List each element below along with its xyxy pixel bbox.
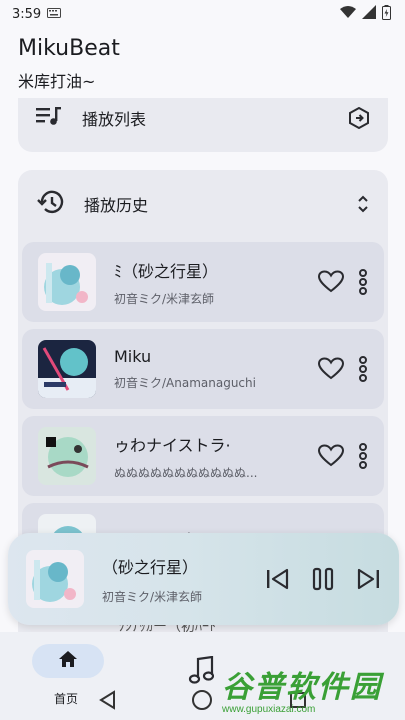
history-icon bbox=[36, 189, 64, 219]
history-label: 播放历史 bbox=[84, 196, 149, 215]
playlist-row[interactable]: 播放列表 bbox=[18, 98, 388, 138]
track-title: Miku bbox=[114, 347, 152, 366]
next-button[interactable] bbox=[355, 567, 381, 591]
status-time: 3:59 bbox=[12, 6, 42, 22]
watermark-text: 谷普软件园 bbox=[222, 670, 382, 705]
track-artist: ぬぬぬぬぬぬぬぬぬぬぬ... bbox=[114, 465, 258, 480]
playlist-label: 播放列表 bbox=[82, 110, 147, 129]
album-cover bbox=[38, 340, 96, 398]
history-track-item[interactable]: ゥわナイストラ· ぬぬぬぬぬぬぬぬぬぬぬ... bbox=[22, 416, 384, 496]
history-track-item[interactable]: ﾐ（砂之行星） 初音ミク/米津玄師 bbox=[22, 242, 384, 322]
signal-icon bbox=[362, 5, 376, 23]
heart-icon[interactable] bbox=[318, 357, 344, 381]
collapse-toggle-icon[interactable] bbox=[356, 193, 370, 215]
pause-button[interactable] bbox=[311, 567, 335, 591]
mini-player-cover bbox=[26, 550, 84, 608]
track-artist: 初音ミク/米津玄師 bbox=[114, 291, 215, 306]
heart-icon[interactable] bbox=[318, 270, 344, 294]
keyboard-icon bbox=[47, 7, 62, 22]
track-title: ﾐ（砂之行星） bbox=[114, 261, 219, 281]
status-bar: 3:59 bbox=[0, 0, 405, 28]
more-options-icon[interactable] bbox=[358, 443, 368, 469]
album-cover bbox=[38, 427, 96, 485]
history-header[interactable]: 播放历史 bbox=[18, 184, 388, 224]
nav-home-button[interactable] bbox=[32, 644, 104, 678]
playlist-open-button[interactable] bbox=[348, 107, 370, 129]
history-track-item[interactable]: Miku 初音ミク/Anamanaguchi bbox=[22, 329, 384, 409]
mini-player-artist: 初音ミク/米津玄師 bbox=[102, 589, 203, 604]
battery-icon bbox=[382, 4, 391, 24]
home-circle-icon[interactable] bbox=[191, 689, 213, 715]
more-options-icon[interactable] bbox=[358, 356, 368, 382]
more-options-icon[interactable] bbox=[358, 269, 368, 295]
album-cover bbox=[38, 253, 96, 311]
track-title: ゥわナイストラ· bbox=[114, 435, 231, 455]
app-title: MikuBeat bbox=[18, 36, 120, 61]
heart-icon[interactable] bbox=[318, 444, 344, 468]
track-artist: 初音ミク/Anamanaguchi bbox=[114, 376, 256, 390]
wifi-icon bbox=[340, 5, 356, 23]
playlist-card[interactable]: 播放列表 bbox=[18, 98, 388, 152]
watermark: 谷普软件园 www.gupuxiazai.com bbox=[222, 662, 402, 718]
playlist-icon bbox=[36, 105, 62, 131]
app-subtitle: 米库打油~ bbox=[18, 72, 96, 91]
mini-player[interactable]: （砂之行星） 初音ミク/米津玄師 bbox=[8, 533, 399, 625]
previous-button[interactable] bbox=[265, 567, 291, 591]
back-icon[interactable] bbox=[98, 690, 116, 714]
home-icon bbox=[58, 650, 78, 672]
mini-player-title: （砂之行星） bbox=[102, 557, 199, 577]
